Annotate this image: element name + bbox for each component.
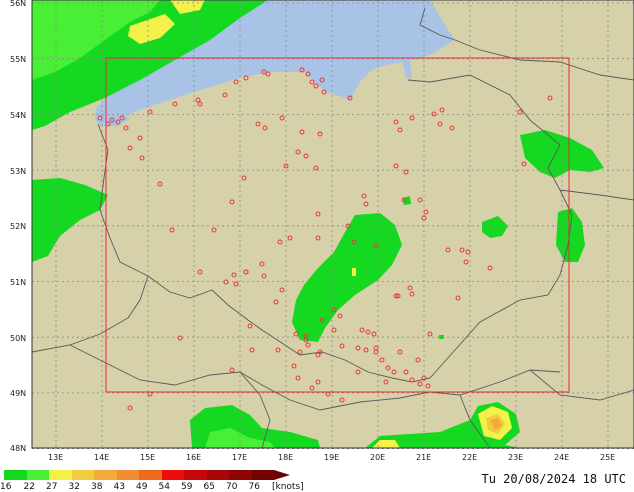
lat-label: 49N [10, 389, 26, 398]
lon-label: 18E [278, 453, 293, 462]
legend-swatch [26, 470, 49, 480]
lon-label: 21E [416, 453, 431, 462]
legend-value: 22 [23, 482, 35, 492]
wind-gust-map: 56N 55N 54N 53N 52N 51N 50N 49N 48N 13E … [10, 0, 634, 462]
lat-label: 51N [10, 278, 26, 287]
legend-value: 38 [91, 482, 103, 492]
legend-swatch [49, 470, 72, 480]
legend-value: 43 [113, 482, 125, 492]
legend-value: 27 [46, 482, 58, 492]
longitude-labels: 13E 14E 15E 16E 17E 18E 19E 20E 21E 22E … [48, 453, 615, 462]
lat-label: 56N [10, 0, 26, 8]
legend-swatch [116, 470, 139, 480]
lat-label: 54N [10, 111, 26, 120]
lon-label: 24E [554, 453, 569, 462]
forecast-timestamp: Tu 20/08/2024 18 UTC [481, 472, 627, 486]
legend-value: 59 [181, 482, 193, 492]
wind-area-central-yellow [352, 268, 356, 276]
lon-label: 20E [370, 453, 385, 462]
lon-label: 17E [232, 453, 247, 462]
lon-label: 25E [600, 453, 615, 462]
legend-value: 49 [136, 482, 148, 492]
legend-arrow-icon [274, 470, 290, 480]
lon-label: 19E [324, 453, 339, 462]
latitude-labels: 56N 55N 54N 53N 52N 51N 50N 49N 48N [10, 0, 26, 453]
legend-swatch [206, 470, 229, 480]
legend-unit: [knots] [272, 482, 304, 492]
lat-label: 55N [10, 55, 26, 64]
legend-swatch [139, 470, 162, 480]
color-legend: 16 22 27 32 38 43 49 54 59 65 70 76 [knots] [0, 470, 424, 492]
lat-label: 50N [10, 334, 26, 343]
legend-swatch [4, 470, 27, 480]
lon-label: 14E [94, 453, 109, 462]
lon-label: 13E [48, 453, 63, 462]
legend-swatch [94, 470, 117, 480]
lat-label: 48N [10, 444, 26, 453]
lon-label: 22E [462, 453, 477, 462]
legend-value: 32 [68, 482, 80, 492]
legend-value: 76 [248, 482, 260, 492]
legend-swatch [161, 470, 184, 480]
legend-swatch [71, 470, 94, 480]
lon-label: 16E [186, 453, 201, 462]
legend-value: 70 [226, 482, 238, 492]
lon-label: 23E [508, 453, 523, 462]
legend-value: 54 [158, 482, 170, 492]
legend-swatch [251, 470, 274, 480]
lat-label: 53N [10, 167, 26, 176]
legend-swatch [184, 470, 207, 480]
lat-label: 52N [10, 222, 26, 231]
lon-label: 15E [140, 453, 155, 462]
legend-value: 16 [0, 482, 12, 492]
legend-value: 65 [203, 482, 215, 492]
legend-swatch [229, 470, 252, 480]
